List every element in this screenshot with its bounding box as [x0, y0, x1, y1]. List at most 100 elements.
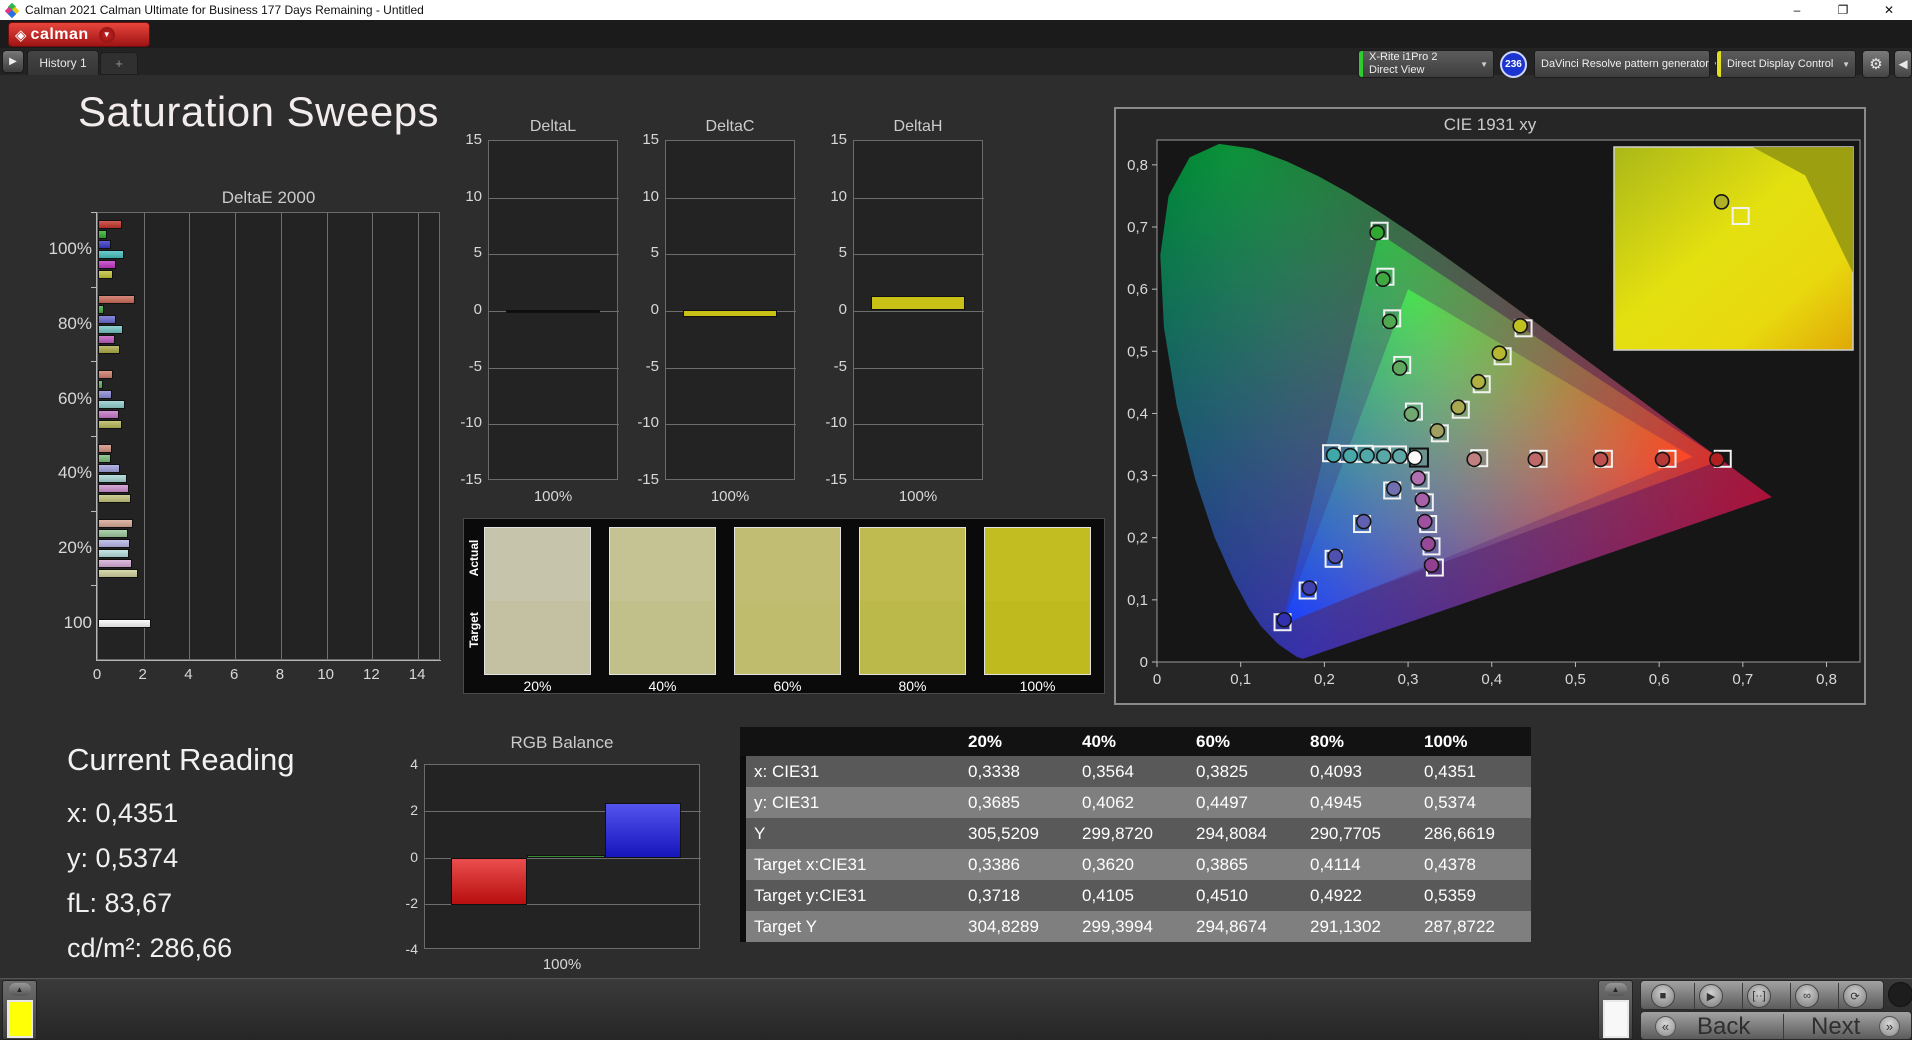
swatch-percent-label: 20%	[523, 678, 552, 694]
back-button[interactable]: Back	[1697, 1012, 1750, 1040]
actual-swatch	[984, 527, 1091, 601]
svg-text:0,3: 0,3	[1127, 468, 1148, 485]
header-cell: 100%	[1424, 731, 1468, 751]
restore-button[interactable]: ❐	[1820, 0, 1866, 20]
meter-dropdown[interactable]: X-Rite i1Pro 2 Direct View ▼	[1358, 50, 1494, 78]
rgb-bar-green	[527, 855, 605, 858]
play-button[interactable]: ▶	[1699, 984, 1723, 1008]
active-pattern-swatch	[7, 1000, 33, 1038]
value-cell: 291,1302	[1310, 916, 1381, 936]
y-tick-label: -4	[405, 941, 418, 957]
deltae-bar	[98, 260, 117, 270]
value-cell: 286,6619	[1424, 823, 1495, 843]
value-cell: 0,4922	[1310, 885, 1362, 905]
row-label: Y	[754, 823, 766, 843]
gridline	[489, 367, 619, 369]
transport-preview-swatch	[1603, 1000, 1629, 1038]
chevron-down-icon: ▼	[98, 26, 115, 43]
y-tick-label: -15	[460, 471, 482, 488]
transport-preview-panel: ▲	[1598, 980, 1633, 1040]
y-tick-label: -10	[825, 414, 847, 432]
row-label: y: CIE31	[754, 792, 820, 812]
cie-1931-diagram: 0 0,1 0,2 0,3 0,4 0,5 0,6 0,7 0,8 0 0,1 0,2 0,3 0,4 0,…	[1116, 109, 1868, 707]
meter-count-badge[interactable]: 236	[1500, 51, 1527, 78]
swatch-percent-label: 80%	[898, 678, 927, 694]
svg-text:0,7: 0,7	[1732, 671, 1753, 688]
group-label: 20%	[57, 538, 92, 557]
add-tab-button[interactable]: +	[100, 52, 138, 75]
reading-3: cd/m²: 286,66	[67, 933, 233, 963]
svg-text:0,4: 0,4	[1481, 671, 1502, 688]
y-tick-label: 15	[830, 131, 847, 148]
gridline	[666, 254, 796, 256]
table-row: x: CIE31 0,3338 0,3564 0,3825 0,4093 0,4351	[740, 756, 1531, 787]
swatch-percent-label: 60%	[773, 678, 802, 694]
deltae-bar	[98, 539, 130, 548]
y-tick-label: -10	[637, 414, 659, 432]
y-tick-label: 10	[830, 187, 847, 205]
loop-button[interactable]: ∞	[1795, 984, 1819, 1008]
table-row: Y 305,5209 299,8720 294,8084 290,7705 286,661…	[740, 818, 1531, 849]
marker-button[interactable]: [··]	[1747, 984, 1771, 1008]
table-row: Target x:CIE31 0,3386 0,3620 0,3865 0,4114 0,…	[740, 849, 1531, 880]
deltae-bar	[98, 270, 113, 280]
value-cell: 0,4062	[1082, 792, 1134, 812]
gridline	[854, 367, 984, 369]
refresh-button[interactable]: ⟳	[1843, 984, 1867, 1008]
value-cell: 290,7705	[1310, 823, 1381, 843]
delta_h-chart	[853, 140, 984, 480]
expand-up-button[interactable]: ▲	[8, 983, 31, 996]
gridline	[489, 424, 619, 426]
row-label: x: CIE31	[754, 761, 820, 781]
expand-up-button[interactable]: ▲	[1604, 983, 1627, 996]
next-button[interactable]: Next	[1811, 1012, 1860, 1040]
y-tick-label: 0	[410, 848, 418, 865]
settings-gear-button[interactable]: ⚙	[1862, 50, 1890, 78]
next-arrow-icon[interactable]: »	[1879, 1016, 1900, 1037]
app-header: ◈ calman ▼	[0, 20, 1912, 56]
collapse-toolbar-button[interactable]: ◄	[1894, 50, 1912, 78]
calman-menu-button[interactable]: ◈ calman ▼	[8, 22, 150, 47]
gridline	[372, 213, 374, 661]
page-title: Saturation Sweeps	[78, 88, 440, 135]
value-cell: 299,3994	[1082, 916, 1153, 936]
table-header-row: 20% 40% 60% 80% 100%	[740, 727, 1531, 756]
rgb-balance-title: RGB Balance	[510, 733, 614, 752]
back-arrow-icon[interactable]: «	[1655, 1016, 1676, 1037]
deltae-bar	[98, 220, 122, 230]
nav-strip: « Back Next »	[1640, 1011, 1912, 1040]
close-button[interactable]: ✕	[1866, 0, 1912, 20]
reading-1: y: 0,5374	[67, 843, 179, 873]
divider	[1838, 983, 1839, 1009]
svg-text:0,5: 0,5	[1565, 671, 1586, 688]
y-tick-label: 4	[410, 756, 418, 772]
display-control-dropdown[interactable]: Direct Display Control ▼	[1716, 50, 1856, 78]
minimize-button[interactable]: –	[1774, 0, 1820, 20]
tab-scroll-button[interactable]: ▶	[2, 50, 24, 73]
tab-history-1[interactable]: History 1	[27, 50, 99, 75]
value-cell: 0,4351	[1424, 761, 1476, 781]
y-tick-label: 15	[465, 131, 482, 148]
svg-text:0,4: 0,4	[1127, 405, 1148, 422]
deltae-bar	[98, 444, 112, 454]
target-swatch	[484, 601, 591, 675]
reading-0: x: 0,4351	[67, 798, 179, 828]
table-row: Target y:CIE31 0,3718 0,4105 0,4510 0,4922 0,…	[740, 880, 1531, 911]
display-control-label: Direct Display Control	[1727, 57, 1834, 70]
y-tick-label: 10	[642, 187, 659, 205]
stop-button[interactable]: ■	[1651, 984, 1675, 1008]
value-cell: 0,4945	[1310, 792, 1362, 812]
y-tick-label: 5	[473, 244, 482, 262]
svg-text:0,2: 0,2	[1127, 530, 1148, 547]
table-row: Target Y 304,8289 299,3994 294,8674 291,1302…	[740, 911, 1531, 942]
y-axis	[96, 212, 97, 661]
y-tick-label: -5	[833, 357, 847, 375]
header-cell: 40%	[1082, 731, 1117, 751]
deltae-bar	[98, 618, 151, 628]
gridline	[854, 197, 984, 199]
pattern-generator-dropdown[interactable]: DaVinci Resolve pattern generator ▼	[1534, 50, 1721, 78]
svg-text:0: 0	[1140, 654, 1148, 671]
gridline	[489, 197, 619, 199]
value-cell: 0,5374	[1424, 792, 1476, 812]
y-tick-label: 0	[473, 301, 482, 318]
